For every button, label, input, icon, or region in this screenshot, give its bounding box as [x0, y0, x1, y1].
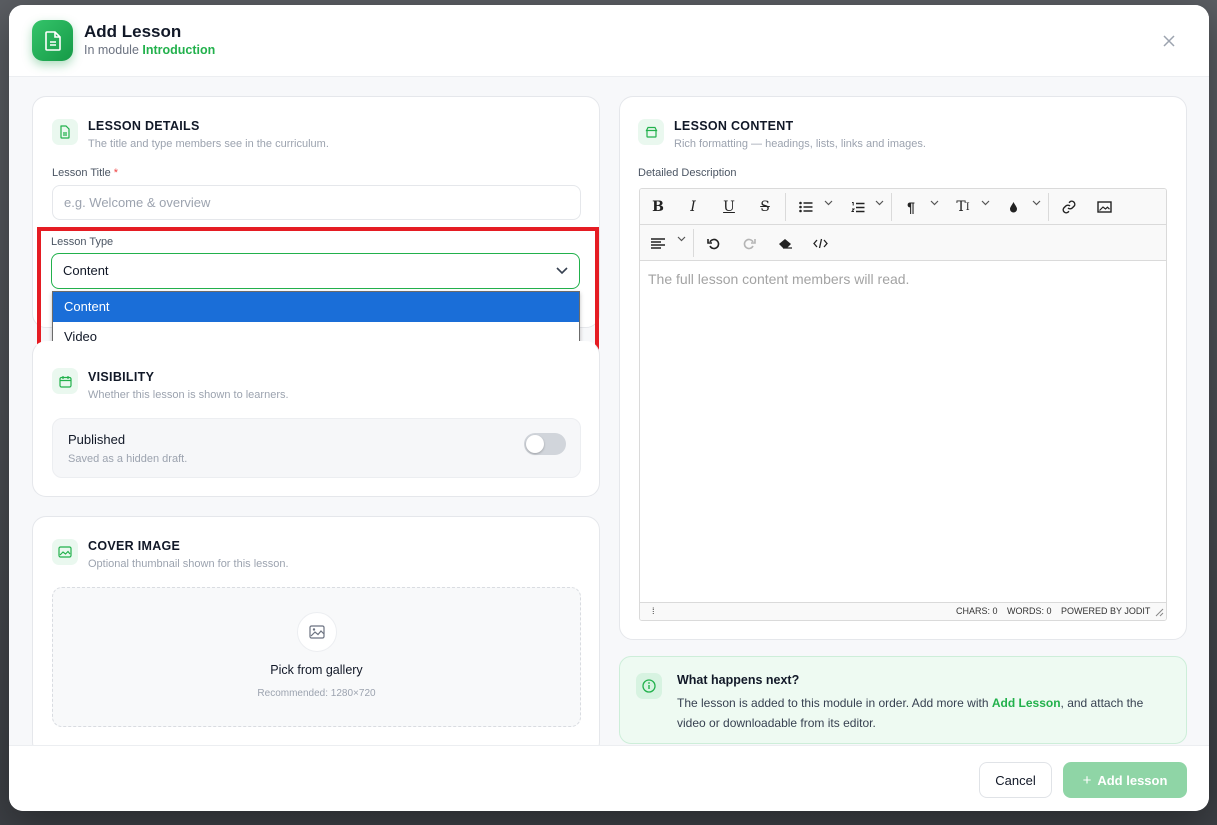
modal-title: Add Lesson	[84, 22, 182, 41]
toolbar-separator	[1048, 193, 1049, 221]
chevron-down-icon[interactable]	[930, 198, 939, 208]
paragraph-icon[interactable]: ¶	[903, 196, 919, 218]
link-icon[interactable]	[1060, 196, 1078, 218]
lesson-title-label: Lesson Title *	[52, 167, 118, 179]
cancel-button[interactable]: Cancel	[979, 762, 1052, 798]
lesson-content-card: LESSON CONTENT Rich formatting — heading…	[619, 96, 1187, 640]
align-left-icon[interactable]	[649, 232, 667, 254]
published-toggle[interactable]	[524, 433, 566, 455]
chevron-down-icon[interactable]	[677, 234, 686, 244]
editor-placeholder[interactable]: The full lesson content members will rea…	[648, 271, 909, 287]
description-label: Detailed Description	[638, 167, 737, 179]
italic-icon[interactable]: I	[685, 196, 701, 218]
editor-toolbar-row-1: B I U S ¶ T I	[640, 189, 1166, 225]
modal-footer: Cancel + Add lesson	[9, 745, 1209, 811]
section-title: LESSON CONTENT	[674, 119, 794, 133]
toolbar-separator	[693, 229, 694, 257]
cover-image-card: COVER IMAGE Optional thumbnail shown for…	[32, 516, 600, 756]
powered-by: POWERED BY JODIT	[1061, 606, 1151, 616]
bold-icon[interactable]: B	[650, 196, 666, 218]
image-icon	[297, 612, 337, 652]
strikethrough-icon[interactable]: S	[757, 196, 773, 218]
close-button[interactable]	[1159, 31, 1179, 51]
font-size-icon[interactable]: TI	[954, 196, 972, 218]
close-icon	[1163, 35, 1175, 47]
info-icon	[636, 673, 662, 699]
published-label: Published	[68, 432, 126, 447]
info-text-before: The lesson is added to this module in or…	[677, 696, 989, 710]
image-icon[interactable]	[1095, 196, 1113, 218]
section-title: VISIBILITY	[88, 370, 155, 384]
toolbar-separator	[785, 193, 786, 221]
calendar-icon	[52, 368, 78, 394]
required-mark: *	[113, 167, 119, 179]
add-lesson-label: Add lesson	[1097, 772, 1168, 788]
color-drop-icon[interactable]	[1006, 196, 1020, 218]
status-menu-icon[interactable]: ⁞	[652, 606, 655, 616]
add-lesson-modal: Add Lesson In module Introduction LESSON…	[9, 5, 1209, 811]
toolbar-separator	[891, 193, 892, 221]
editor-status-bar: ⁞ CHARS: 0 WORDS: 0 POWERED BY JODIT	[640, 602, 1166, 620]
add-lesson-link[interactable]: Add Lesson	[992, 696, 1061, 710]
pick-gallery-label: Pick from gallery	[270, 663, 363, 677]
numbered-list-icon[interactable]	[848, 196, 868, 218]
document-icon	[52, 119, 78, 145]
source-code-icon[interactable]	[811, 232, 829, 254]
info-text: The lesson is added to this module in or…	[677, 693, 1167, 733]
eraser-icon[interactable]	[776, 232, 794, 254]
chevron-down-icon[interactable]	[1032, 198, 1041, 208]
section-subtitle: Optional thumbnail shown for this lesson…	[88, 558, 289, 570]
underline-icon[interactable]: U	[721, 196, 737, 218]
section-subtitle: Whether this lesson is shown to learners…	[88, 389, 289, 401]
rich-text-editor: B I U S ¶ T I The full lesson content me…	[639, 188, 1167, 621]
recommended-size: Recommended: 1280×720	[257, 688, 376, 699]
chevron-down-icon[interactable]	[824, 198, 833, 208]
redo-icon[interactable]	[741, 232, 757, 254]
bullet-list-icon[interactable]	[796, 196, 816, 218]
modal-subtitle: In module Introduction	[84, 43, 215, 57]
archive-icon	[638, 119, 664, 145]
resize-handle-icon[interactable]	[1154, 607, 1164, 619]
plus-icon: +	[1082, 771, 1092, 789]
module-name: Introduction	[142, 43, 216, 57]
add-lesson-button[interactable]: + Add lesson	[1063, 762, 1187, 798]
published-toggle-row: Published Saved as a hidden draft.	[52, 418, 581, 478]
section-title: COVER IMAGE	[88, 539, 181, 553]
image-icon	[52, 539, 78, 565]
next-steps-info: What happens next? The lesson is added t…	[619, 656, 1187, 744]
section-title: LESSON DETAILS	[88, 119, 200, 133]
subtitle-prefix: In module	[84, 43, 139, 57]
document-icon	[32, 20, 73, 61]
chevron-down-icon[interactable]	[875, 198, 884, 208]
lesson-title-label-text: Lesson Title	[52, 167, 111, 179]
visibility-card: VISIBILITY Whether this lesson is shown …	[32, 341, 600, 497]
editor-toolbar-row-2	[640, 225, 1166, 261]
section-subtitle: Rich formatting — headings, lists, links…	[674, 138, 926, 150]
undo-icon[interactable]	[705, 232, 721, 254]
chevron-down-icon[interactable]	[981, 198, 990, 208]
gallery-dropzone[interactable]: Pick from gallery Recommended: 1280×720	[52, 587, 581, 727]
char-count: CHARS: 0	[956, 606, 998, 616]
info-title: What happens next?	[677, 673, 800, 687]
section-subtitle: The title and type members see in the cu…	[88, 138, 329, 150]
lesson-title-input[interactable]	[52, 185, 581, 220]
published-hint: Saved as a hidden draft.	[68, 453, 188, 465]
modal-header: Add Lesson In module Introduction	[9, 5, 1209, 77]
word-count: WORDS: 0	[1007, 606, 1052, 616]
